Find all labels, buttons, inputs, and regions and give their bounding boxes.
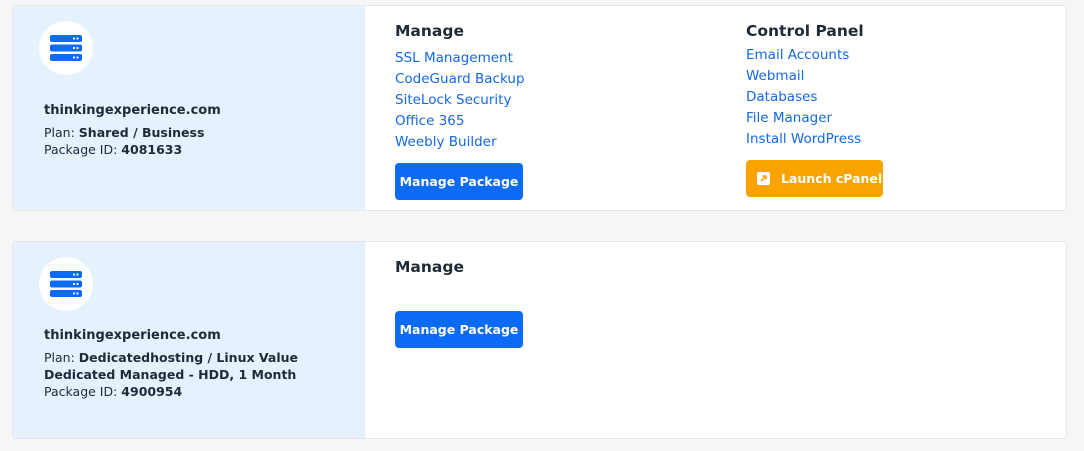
link-file-manager[interactable]: File Manager bbox=[746, 108, 861, 129]
package-id-label: Package ID: bbox=[44, 142, 118, 157]
server-icon-badge bbox=[39, 21, 93, 75]
link-sitelock-security[interactable]: SiteLock Security bbox=[395, 90, 525, 111]
link-ssl-management[interactable]: SSL Management bbox=[395, 48, 525, 69]
link-webmail[interactable]: Webmail bbox=[746, 66, 861, 87]
package-id-label: Package ID: bbox=[44, 384, 118, 399]
plan-line: Plan: Dedicatedhosting / Linux Value Ded… bbox=[44, 349, 298, 383]
package-info: thinkingexperience.com Plan: Dedicatedho… bbox=[44, 327, 298, 400]
plan-label: Plan: bbox=[44, 125, 75, 140]
package-summary: thinkingexperience.com Plan: Shared / Bu… bbox=[13, 6, 365, 210]
package-actions: Manage Manage Package bbox=[365, 242, 1066, 438]
manage-links: SSL Management CodeGuard Backup SiteLock… bbox=[395, 48, 525, 153]
package-card: thinkingexperience.com Plan: Shared / Bu… bbox=[12, 5, 1067, 211]
link-codeguard-backup[interactable]: CodeGuard Backup bbox=[395, 69, 525, 90]
package-info: thinkingexperience.com Plan: Shared / Bu… bbox=[44, 102, 221, 158]
launch-cpanel-label: Launch cPanel bbox=[781, 171, 883, 186]
package-id-value: 4900954 bbox=[121, 384, 183, 399]
external-link-icon bbox=[757, 172, 770, 185]
control-panel-links: Email Accounts Webmail Databases File Ma… bbox=[746, 45, 861, 150]
link-office-365[interactable]: Office 365 bbox=[395, 111, 525, 132]
link-email-accounts[interactable]: Email Accounts bbox=[746, 45, 861, 66]
package-id-line: Package ID: 4081633 bbox=[44, 141, 221, 158]
link-databases[interactable]: Databases bbox=[746, 87, 861, 108]
plan-value-line2: Dedicated Managed - HDD, 1 Month bbox=[44, 367, 297, 382]
manage-package-button[interactable]: Manage Package bbox=[395, 311, 523, 348]
manage-title: Manage bbox=[395, 258, 464, 276]
server-icon-badge bbox=[39, 257, 93, 311]
control-panel-title: Control Panel bbox=[746, 22, 864, 40]
link-install-wordpress[interactable]: Install WordPress bbox=[746, 129, 861, 150]
plan-label: Plan: bbox=[44, 350, 75, 365]
package-actions: Manage SSL Management CodeGuard Backup S… bbox=[365, 6, 1066, 210]
package-id-value: 4081633 bbox=[121, 142, 183, 157]
domain-name: thinkingexperience.com bbox=[44, 328, 221, 343]
domain-name: thinkingexperience.com bbox=[44, 103, 221, 118]
package-summary: thinkingexperience.com Plan: Dedicatedho… bbox=[13, 242, 365, 438]
manage-title: Manage bbox=[395, 22, 464, 40]
package-card: thinkingexperience.com Plan: Dedicatedho… bbox=[12, 241, 1067, 439]
link-weebly-builder[interactable]: Weebly Builder bbox=[395, 132, 525, 153]
server-icon bbox=[50, 35, 82, 61]
manage-package-button[interactable]: Manage Package bbox=[395, 163, 523, 200]
plan-value-line1: Dedicatedhosting / Linux Value bbox=[78, 350, 298, 365]
launch-cpanel-button[interactable]: Launch cPanel bbox=[746, 160, 883, 197]
plan-value: Shared / Business bbox=[78, 125, 205, 140]
plan-line: Plan: Shared / Business bbox=[44, 124, 221, 141]
server-icon bbox=[50, 271, 82, 297]
package-id-line: Package ID: 4900954 bbox=[44, 383, 298, 400]
